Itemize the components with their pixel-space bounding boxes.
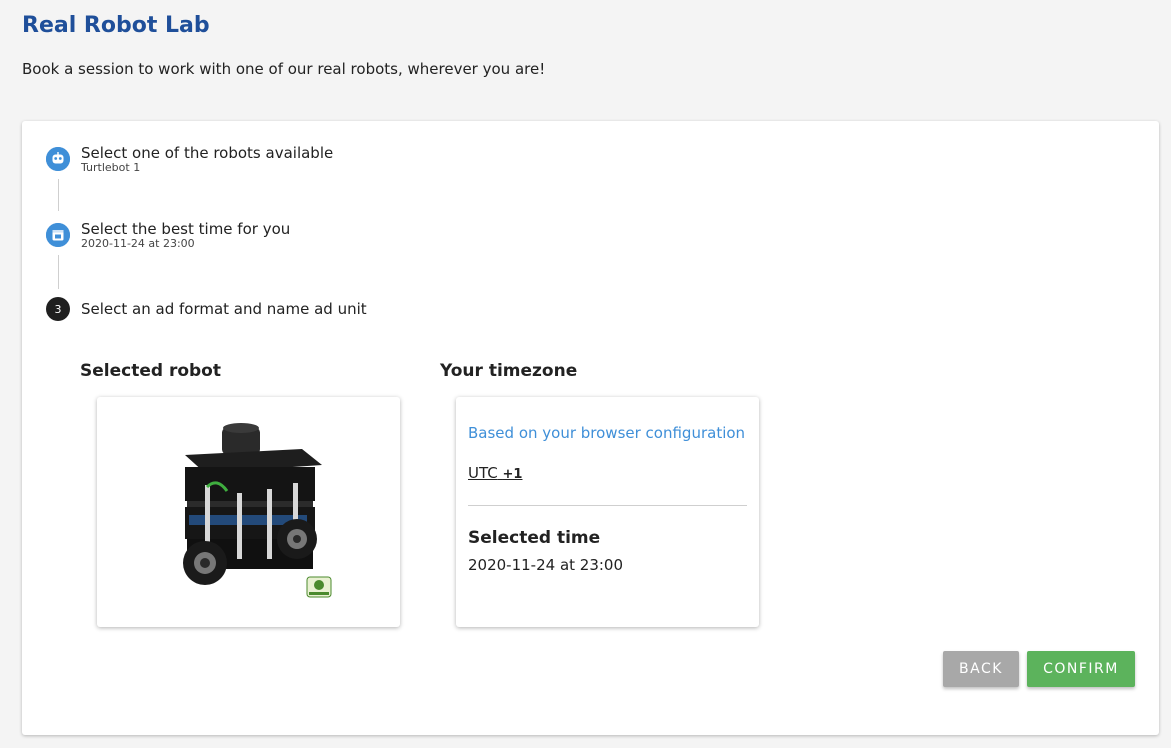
calendar-icon xyxy=(46,223,70,247)
utc-label: UTC xyxy=(468,464,498,482)
selected-robot-heading: Selected robot xyxy=(80,361,221,381)
confirm-button[interactable]: CONFIRM xyxy=(1027,651,1135,687)
booking-card: Select one of the robots available Turtl… xyxy=(22,121,1159,735)
timezone-value[interactable]: UTC +1 xyxy=(468,464,522,482)
robot-icon xyxy=(46,147,70,171)
step-1-title[interactable]: Select one of the robots available xyxy=(81,144,333,162)
divider xyxy=(468,505,747,506)
turtlebot-robot-image xyxy=(183,423,332,598)
browser-config-note: Based on your browser configuration xyxy=(468,424,746,442)
timezone-card: Based on your browser configuration UTC … xyxy=(456,397,759,627)
timezone-heading: Your timezone xyxy=(440,361,578,381)
step-2-title[interactable]: Select the best time for you xyxy=(81,220,290,238)
page-subtitle: Book a session to work with one of our r… xyxy=(22,60,546,78)
selected-time-value: 2020-11-24 at 23:00 xyxy=(468,556,624,574)
page-title: Real Robot Lab xyxy=(22,13,210,38)
step-connector xyxy=(58,179,59,211)
step-3-title: Select an ad format and name ad unit xyxy=(81,300,367,318)
step-2-subtitle: 2020-11-24 at 23:00 xyxy=(81,237,195,250)
selected-time-label: Selected time xyxy=(468,528,601,548)
utc-offset: +1 xyxy=(502,467,523,482)
robot-card xyxy=(97,397,400,627)
step-connector xyxy=(58,255,59,289)
step-1-subtitle: Turtlebot 1 xyxy=(81,161,141,174)
step-3-number: 3 xyxy=(46,297,70,321)
back-button[interactable]: BACK xyxy=(943,651,1019,687)
